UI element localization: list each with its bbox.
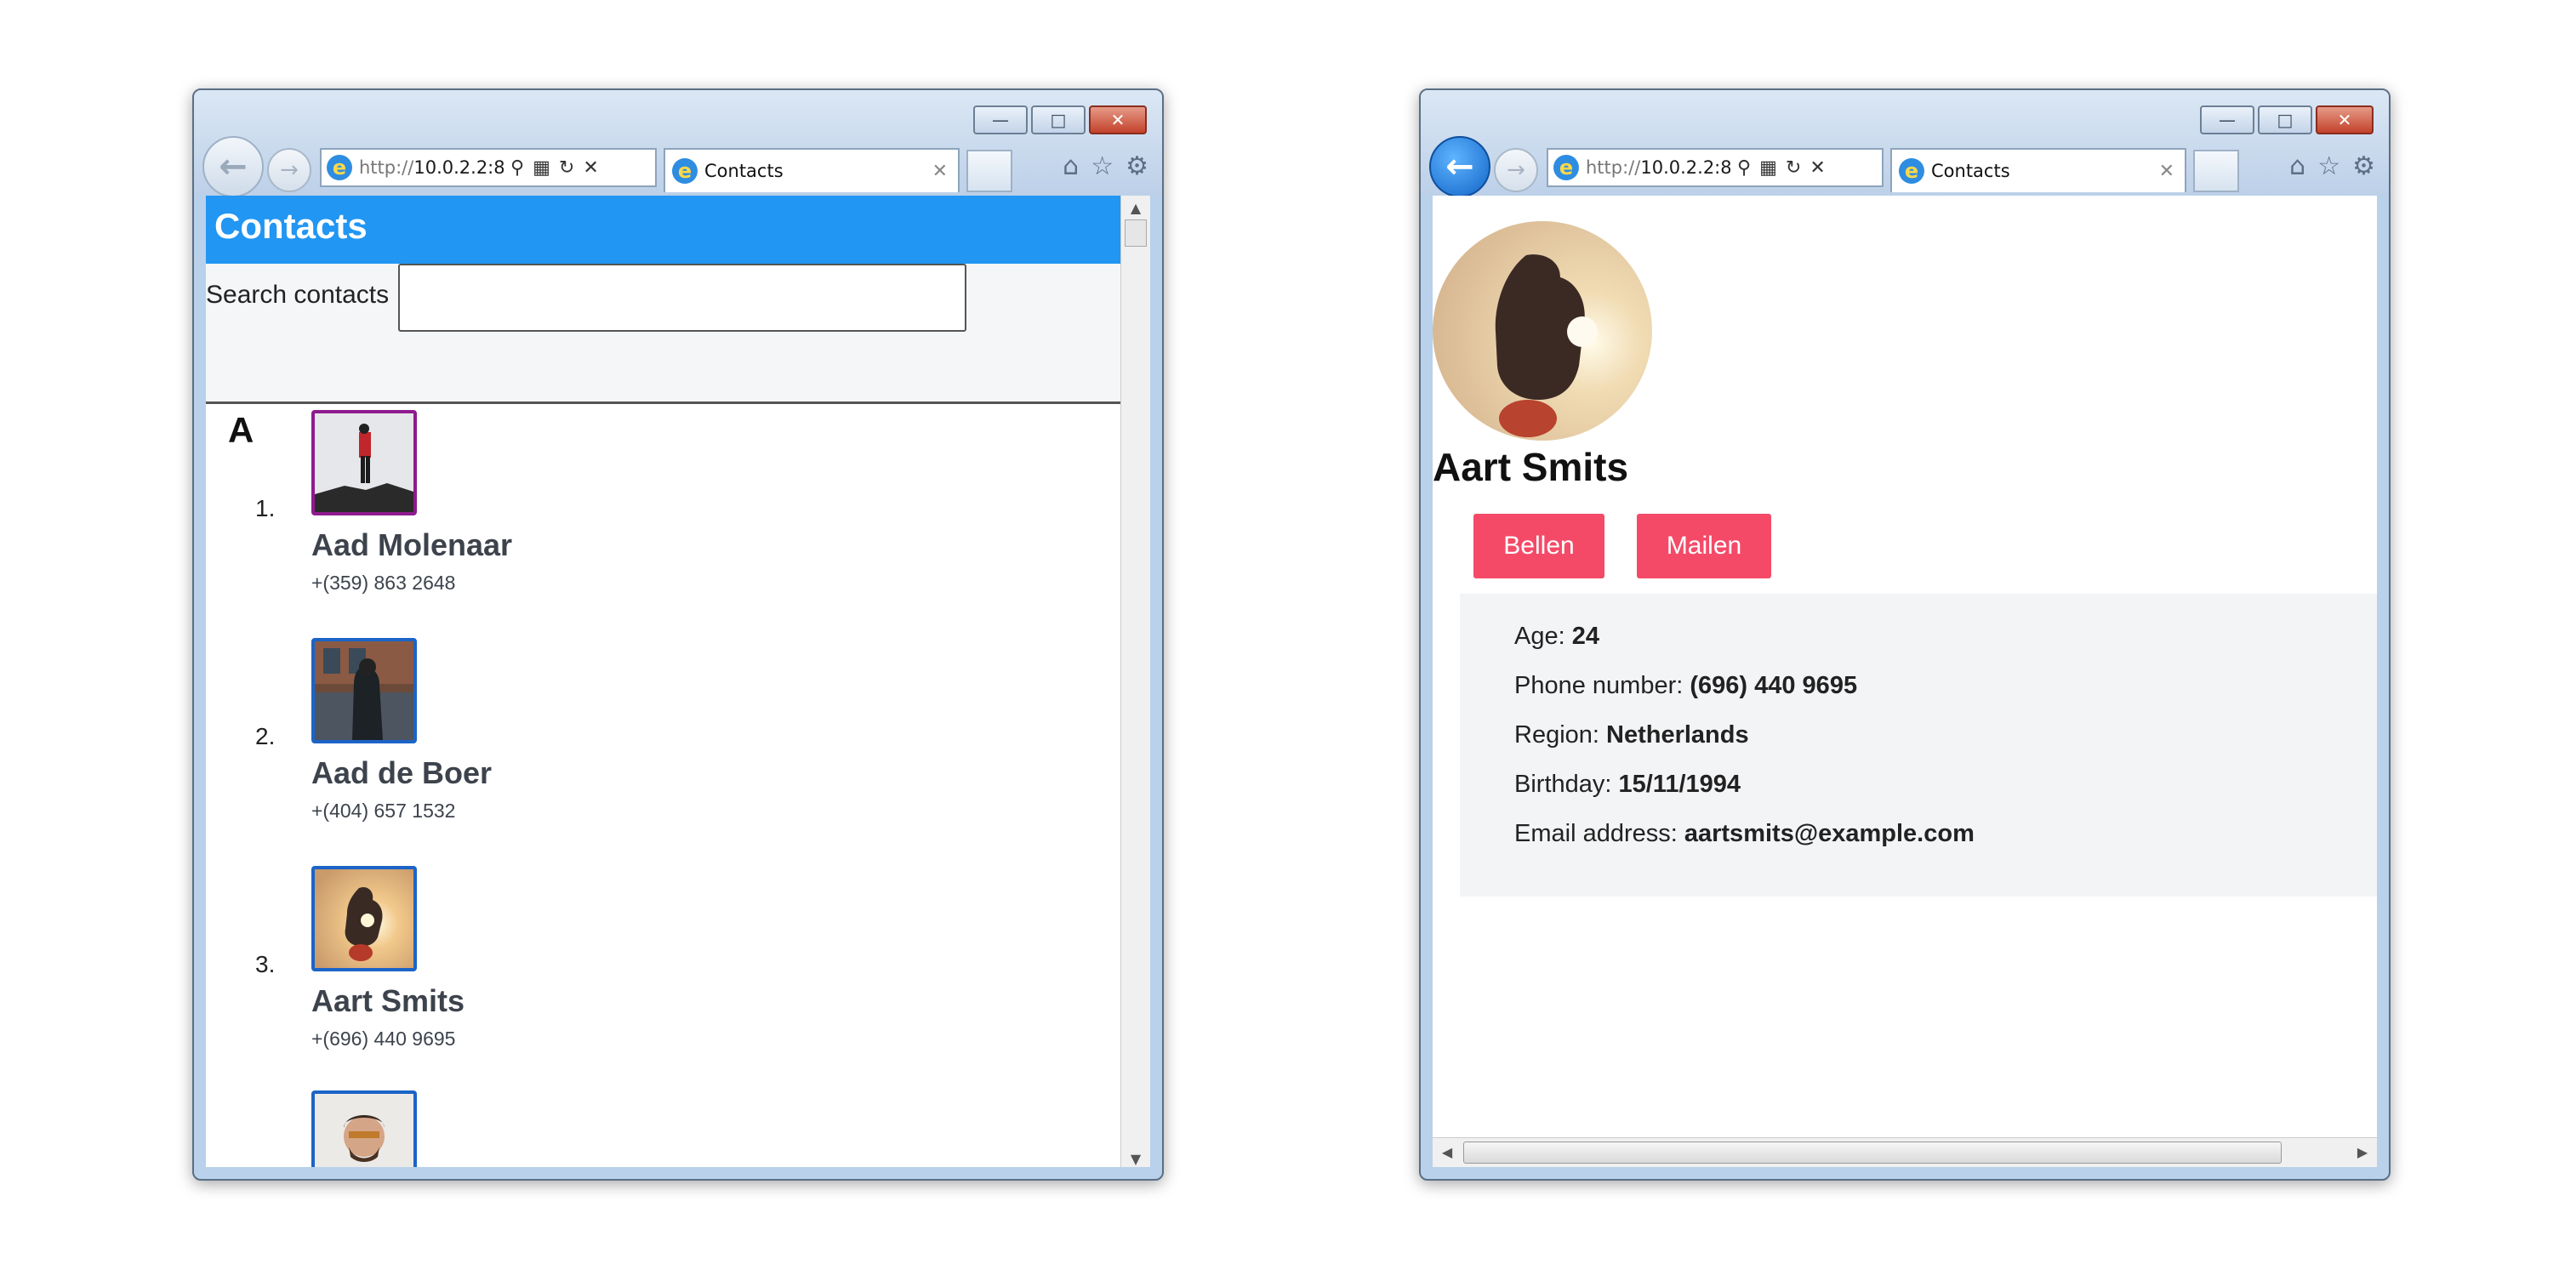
title-bar: — □ ✕ ← → e http://10.0.2.2:8( ⚲ ▦ ↻ ✕ e… <box>194 90 1162 197</box>
contact-details: Age: 24 Phone number: (696) 440 9695 Reg… <box>1460 594 2377 897</box>
address-tools: ⚲ ▦ ↻ ✕ <box>1737 157 1826 179</box>
scroll-down-arrow-icon[interactable]: ▼ <box>1121 1147 1150 1167</box>
browser-window-contact-detail: — □ ✕ ← → e http://10.0.2.2:8( ⚲ ▦ ↻ ✕ e… <box>1419 88 2391 1181</box>
list-item[interactable] <box>206 1090 1121 1167</box>
star-icon[interactable]: ☆ <box>2317 151 2340 181</box>
home-icon[interactable]: ⌂ <box>1063 151 1079 181</box>
ie-logo-icon: e <box>672 158 698 184</box>
contact-name: Aad de Boer <box>311 755 493 790</box>
scroll-right-arrow-icon[interactable]: ▶ <box>2348 1138 2377 1167</box>
address-bar[interactable]: e http://10.0.2.2:8( ⚲ ▦ ↻ ✕ <box>320 148 657 187</box>
back-arrow-icon[interactable]: ← <box>202 136 264 197</box>
detail-phone: Phone number: (696) 440 9695 <box>1514 672 1858 699</box>
stop-icon[interactable]: ✕ <box>583 157 598 179</box>
navigation-bar: ← → e http://10.0.2.2:8( ⚲ ▦ ↻ ✕ e Conta… <box>202 136 1154 197</box>
browser-window-contacts-list: — □ ✕ ← → e http://10.0.2.2:8( ⚲ ▦ ↻ ✕ e… <box>192 88 1164 1181</box>
new-tab-button[interactable] <box>966 150 1012 192</box>
close-tab-icon[interactable]: ✕ <box>932 161 948 182</box>
address-tools: ⚲ ▦ ↻ ✕ <box>510 157 599 179</box>
contact-photo[interactable] <box>311 410 417 515</box>
search-icon[interactable]: ⚲ <box>1737 157 1751 179</box>
contact-name-heading: Aart Smits <box>1433 445 1629 489</box>
close-window-button[interactable]: ✕ <box>2316 105 2374 134</box>
minimize-button[interactable]: — <box>2200 105 2254 134</box>
list-number: 1. <box>255 495 276 521</box>
vertical-scrollbar[interactable]: ▲ ▼ <box>1120 196 1150 1167</box>
contact-photo[interactable] <box>311 638 417 743</box>
tab-title: Contacts <box>704 161 784 181</box>
search-input[interactable] <box>398 264 966 332</box>
tab-contacts[interactable]: e Contacts ✕ <box>1890 148 2186 192</box>
title-bar: — □ ✕ ← → e http://10.0.2.2:8( ⚲ ▦ ↻ ✕ e… <box>1421 90 2389 197</box>
scroll-thumb[interactable] <box>1125 219 1147 247</box>
search-area: Search contacts <box>206 264 1121 404</box>
detail-birthday: Birthday: 15/11/1994 <box>1514 771 1741 798</box>
scroll-up-arrow-icon[interactable]: ▲ <box>1121 196 1150 221</box>
refresh-icon[interactable]: ↻ <box>559 157 574 179</box>
page-content: Aart Smits Bellen Mailen Age: 24 Phone n… <box>1433 196 2377 1167</box>
list-item[interactable]: 1. Aad Molenaar +(359) 863 2648 <box>206 410 1121 631</box>
forward-arrow-icon[interactable]: → <box>1494 148 1538 192</box>
contact-name: Aart Smits <box>311 983 465 1018</box>
back-arrow-icon[interactable]: ← <box>1429 136 1490 197</box>
url-text[interactable]: http://10.0.2.2:8( <box>1586 157 1730 178</box>
page-content: Contacts Search contacts A 1. Aad Molena… <box>206 196 1150 1167</box>
home-icon[interactable]: ⌂ <box>2289 151 2305 181</box>
compat-view-icon[interactable]: ▦ <box>533 157 550 179</box>
call-button[interactable]: Bellen <box>1473 514 1604 578</box>
avatar <box>1433 221 1652 441</box>
mail-button[interactable]: Mailen <box>1637 514 1771 578</box>
navigation-bar: ← → e http://10.0.2.2:8( ⚲ ▦ ↻ ✕ e Conta… <box>1429 136 2380 197</box>
tab-contacts[interactable]: e Contacts ✕ <box>664 148 960 192</box>
gear-icon[interactable]: ⚙ <box>1126 151 1148 181</box>
maximize-button[interactable]: □ <box>1031 105 1086 134</box>
address-bar[interactable]: e http://10.0.2.2:8( ⚲ ▦ ↻ ✕ <box>1547 148 1884 187</box>
detail-email: Email address: aartsmits@example.com <box>1514 820 1975 847</box>
horizontal-scrollbar[interactable]: ◀ ▶ <box>1433 1137 2377 1167</box>
contact-name: Aad Molenaar <box>311 527 513 562</box>
scroll-thumb[interactable] <box>1463 1142 2282 1164</box>
contact-photo[interactable] <box>311 1090 417 1167</box>
list-item[interactable]: 3. Aart Smits +(696) 440 9695 <box>206 866 1121 1087</box>
new-tab-button[interactable] <box>2193 150 2239 192</box>
caption-buttons: — □ ✕ <box>970 105 1147 134</box>
maximize-button[interactable]: □ <box>2258 105 2312 134</box>
ie-logo-icon: e <box>327 155 352 180</box>
ie-logo-icon: e <box>1899 158 1924 184</box>
browser-tools: ⌂ ☆ ⚙ <box>1063 151 1148 181</box>
contact-phone: +(359) 863 2648 <box>311 572 456 594</box>
contact-phone: +(696) 440 9695 <box>311 1028 456 1050</box>
forward-arrow-icon[interactable]: → <box>267 148 311 192</box>
browser-tools: ⌂ ☆ ⚙ <box>2289 151 2375 181</box>
caption-buttons: — □ ✕ <box>2197 105 2374 134</box>
refresh-icon[interactable]: ↻ <box>1786 157 1801 179</box>
scroll-left-arrow-icon[interactable]: ◀ <box>1433 1138 1462 1167</box>
star-icon[interactable]: ☆ <box>1091 151 1114 181</box>
detail-age: Age: 24 <box>1514 623 1599 650</box>
list-item[interactable]: 2. Aad de Boer +(404) 657 1532 <box>206 638 1121 859</box>
search-label: Search contacts <box>206 281 390 309</box>
gear-icon[interactable]: ⚙ <box>2352 151 2375 181</box>
search-icon[interactable]: ⚲ <box>510 157 524 179</box>
close-window-button[interactable]: ✕ <box>1089 105 1147 134</box>
minimize-button[interactable]: — <box>973 105 1028 134</box>
contact-photo[interactable] <box>311 866 417 971</box>
contact-phone: +(404) 657 1532 <box>311 800 456 822</box>
tab-title: Contacts <box>1931 161 2010 181</box>
list-number: 3. <box>255 951 276 977</box>
list-number: 2. <box>255 723 276 749</box>
stop-icon[interactable]: ✕ <box>1809 157 1825 179</box>
detail-region: Region: Netherlands <box>1514 721 1749 749</box>
page-title: Contacts <box>214 206 368 246</box>
url-text[interactable]: http://10.0.2.2:8( <box>359 157 504 178</box>
compat-view-icon[interactable]: ▦ <box>1759 157 1777 179</box>
app-header: Contacts <box>206 196 1121 264</box>
close-tab-icon[interactable]: ✕ <box>2159 161 2174 182</box>
ie-logo-icon: e <box>1553 155 1579 180</box>
